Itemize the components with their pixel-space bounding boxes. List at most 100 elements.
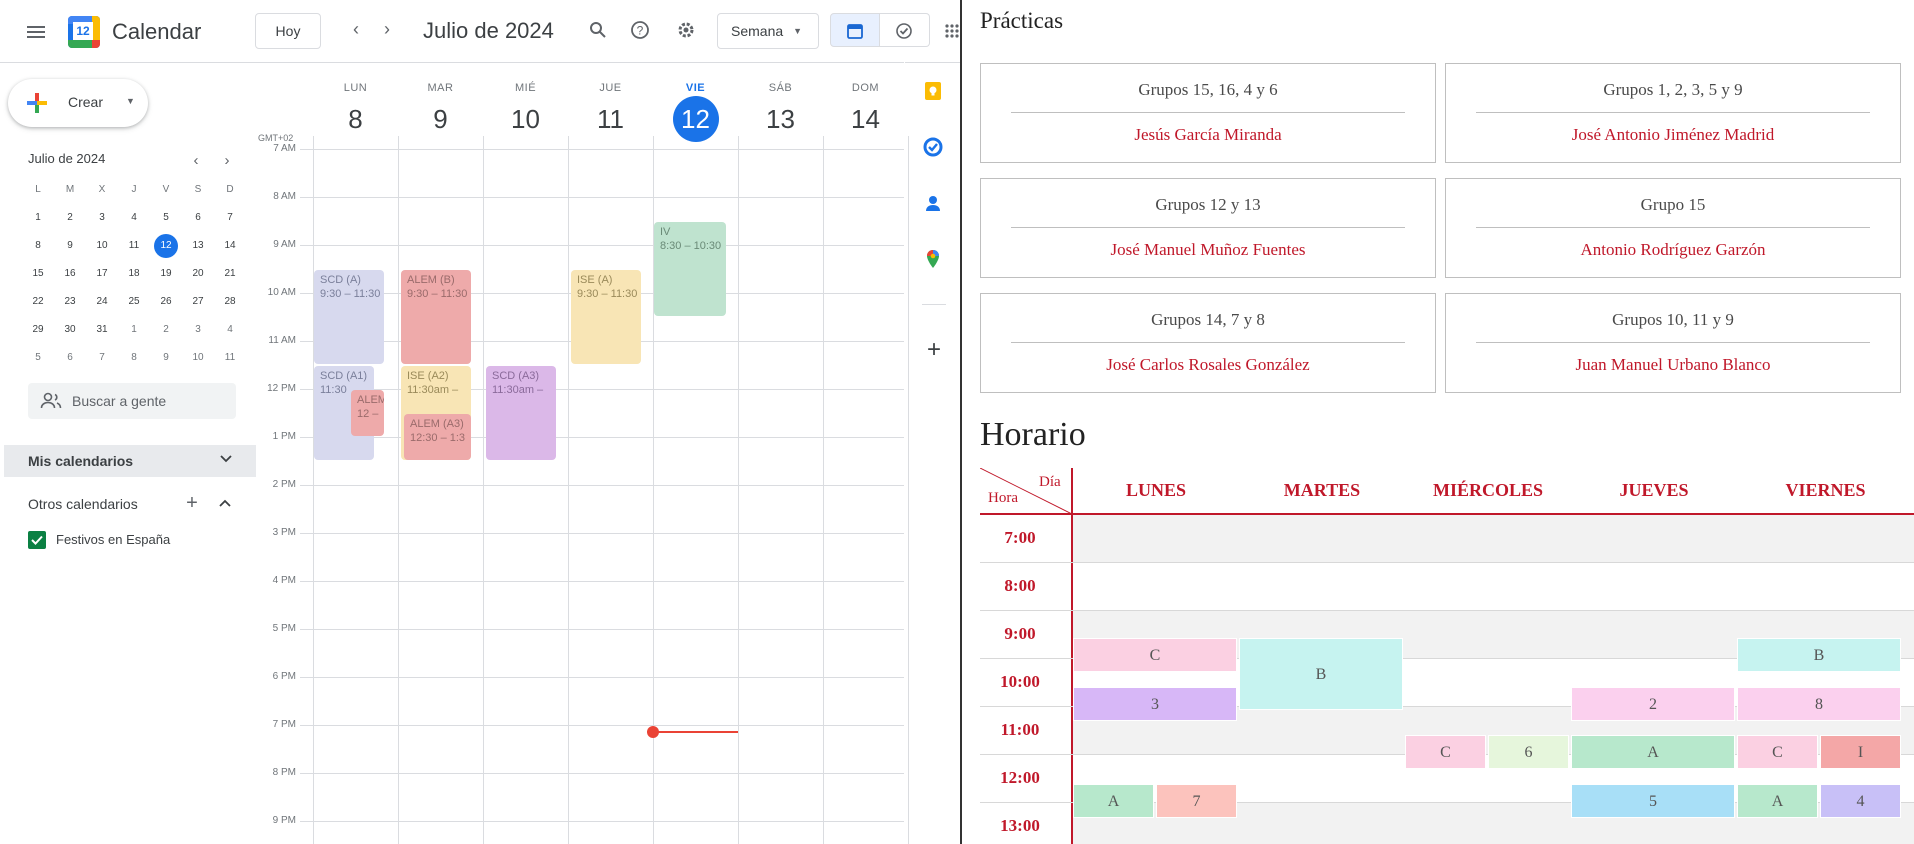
today-button[interactable]: Hoy xyxy=(255,13,321,49)
mini-calendar-day[interactable]: 10 xyxy=(186,346,210,370)
calendar-event[interactable]: ALEM 12 – xyxy=(351,390,384,436)
settings-gear-icon[interactable] xyxy=(673,17,699,43)
mini-calendar-day[interactable]: 2 xyxy=(58,206,82,230)
mini-calendar-day[interactable]: 9 xyxy=(154,346,178,370)
create-button[interactable]: Crear ▼ xyxy=(8,79,148,127)
keep-icon[interactable] xyxy=(922,80,946,104)
mini-calendar-day[interactable]: 21 xyxy=(218,262,242,286)
mini-calendar-day[interactable]: 8 xyxy=(122,346,146,370)
chevron-down-icon xyxy=(218,450,234,471)
day-header-number[interactable]: 9 xyxy=(418,96,464,142)
corner-day-label: Día xyxy=(1039,474,1061,490)
day-header-number[interactable]: 10 xyxy=(503,96,549,142)
chevron-up-icon[interactable] xyxy=(215,494,235,514)
mini-calendar-day[interactable]: 30 xyxy=(58,318,82,342)
calendar-event[interactable]: SCD (A) 9:30 – 11:30 xyxy=(314,270,384,364)
schedule-cell-label: 3 xyxy=(1151,696,1159,713)
mini-calendar-day[interactable]: 4 xyxy=(218,318,242,342)
mini-calendar-day[interactable]: 12 xyxy=(154,234,178,258)
day-header-number[interactable]: 12 xyxy=(672,96,719,142)
calendar-event[interactable]: ALEM (B) 9:30 – 11:30 xyxy=(401,270,471,364)
calendar-logo[interactable]: 12 xyxy=(68,16,100,48)
schedule-cell-label: I xyxy=(1857,744,1864,761)
calendar-view-toggle[interactable] xyxy=(830,13,880,47)
mini-calendar-day[interactable]: 16 xyxy=(58,262,82,286)
mini-calendar-day[interactable]: 17 xyxy=(90,262,114,286)
help-icon[interactable]: ? xyxy=(627,17,653,43)
calendar-event[interactable]: SCD (A3) 11:30am – xyxy=(486,366,556,460)
mini-calendar-day[interactable]: 23 xyxy=(58,290,82,314)
search-people-input[interactable]: Buscar a gente xyxy=(28,383,236,419)
hour-label: 7 AM xyxy=(273,143,296,154)
mini-next-chevron-icon[interactable]: › xyxy=(217,150,237,170)
mini-calendar-day[interactable]: 29 xyxy=(26,318,50,342)
mini-calendar-day[interactable]: 5 xyxy=(26,346,50,370)
mini-calendar-day[interactable]: 7 xyxy=(90,346,114,370)
mini-calendar-day[interactable]: 6 xyxy=(58,346,82,370)
mini-calendar-day[interactable]: 24 xyxy=(90,290,114,314)
calendar-event[interactable]: IV 8:30 – 10:30 xyxy=(654,222,726,316)
mini-calendar-day[interactable]: 14 xyxy=(218,234,242,258)
mini-calendar-day[interactable]: 3 xyxy=(186,318,210,342)
day-header-number[interactable]: 8 xyxy=(333,96,379,142)
mini-calendar-day[interactable]: 6 xyxy=(186,206,210,230)
schedule-day-header: LUNES xyxy=(1125,480,1187,500)
day-header-number[interactable]: 11 xyxy=(588,96,634,142)
mini-calendar-day[interactable]: 7 xyxy=(218,206,242,230)
tasks-view-toggle[interactable] xyxy=(880,13,930,47)
mini-calendar-day[interactable]: 22 xyxy=(26,290,50,314)
schedule-time-label: 7:00 xyxy=(1004,528,1036,547)
previous-week-chevron-icon[interactable]: ‹ xyxy=(342,15,370,43)
mini-calendar-day[interactable]: 26 xyxy=(154,290,178,314)
mini-calendar-day[interactable]: 10 xyxy=(90,234,114,258)
mini-calendar-day[interactable]: 18 xyxy=(122,262,146,286)
view-select[interactable]: Semana ▼ xyxy=(717,13,819,49)
mini-calendar-day[interactable]: 15 xyxy=(26,262,50,286)
calendar-logo-day: 12 xyxy=(76,24,90,38)
next-week-chevron-icon[interactable]: › xyxy=(373,15,401,43)
maps-icon[interactable] xyxy=(922,248,946,272)
mini-calendar-day[interactable]: 9 xyxy=(58,234,82,258)
day-header-number[interactable]: 14 xyxy=(843,96,889,142)
schedule-time-label: 10:00 xyxy=(1000,672,1040,691)
practicas-card: Grupos 1, 2, 3, 5 y 9 José Antonio Jiméne… xyxy=(1445,63,1901,163)
mini-calendar-day[interactable]: 25 xyxy=(122,290,146,314)
calendar-event[interactable]: ALEM (A3) 12:30 – 1:3 xyxy=(404,414,471,460)
mini-calendar-day[interactable]: 31 xyxy=(90,318,114,342)
day-column-divider xyxy=(568,136,569,844)
mini-calendar-day[interactable]: 8 xyxy=(26,234,50,258)
schedule-cell-label: 2 xyxy=(1649,696,1657,713)
mini-calendar-day[interactable]: 28 xyxy=(218,290,242,314)
apps-grid-icon[interactable] xyxy=(944,20,960,42)
mini-calendar-day[interactable]: 11 xyxy=(218,346,242,370)
my-calendars-section[interactable]: Mis calendarios xyxy=(4,445,256,477)
mini-calendar-day[interactable]: 3 xyxy=(90,206,114,230)
day-header-number[interactable]: 13 xyxy=(758,96,804,142)
main-menu-icon[interactable] xyxy=(20,16,52,48)
holidays-checkbox[interactable] xyxy=(28,531,46,549)
mini-calendar-day[interactable]: 4 xyxy=(122,206,146,230)
mini-calendar-day[interactable]: 20 xyxy=(186,262,210,286)
mini-calendar-day[interactable]: 11 xyxy=(122,234,146,258)
search-icon[interactable] xyxy=(585,17,611,43)
tasks-icon[interactable] xyxy=(922,136,946,160)
mini-calendar-day[interactable]: 19 xyxy=(154,262,178,286)
add-addon-plus-icon[interactable]: + xyxy=(922,336,946,363)
mini-prev-chevron-icon[interactable]: ‹ xyxy=(186,150,206,170)
mini-calendar-day[interactable]: 1 xyxy=(122,318,146,342)
card-divider xyxy=(1011,227,1405,228)
event-title: IV xyxy=(660,226,671,238)
contacts-icon[interactable] xyxy=(922,192,946,216)
mini-weekday-header: V xyxy=(162,184,170,195)
mini-calendar-day[interactable]: 27 xyxy=(186,290,210,314)
card-groups: Grupos 12 y 13 xyxy=(1155,195,1261,214)
mini-calendar-day[interactable]: 1 xyxy=(26,206,50,230)
card-groups: Grupos 1, 2, 3, 5 y 9 xyxy=(1603,80,1743,99)
hour-label: 12 PM xyxy=(267,383,296,394)
calendar-event[interactable]: ISE (A) 9:30 – 11:30 xyxy=(571,270,641,364)
mini-calendar-day[interactable]: 2 xyxy=(154,318,178,342)
add-calendar-plus-icon[interactable]: + xyxy=(181,492,203,514)
mini-calendar-day[interactable]: 13 xyxy=(186,234,210,258)
event-title: ISE (A2) xyxy=(407,370,449,382)
mini-calendar-day[interactable]: 5 xyxy=(154,206,178,230)
